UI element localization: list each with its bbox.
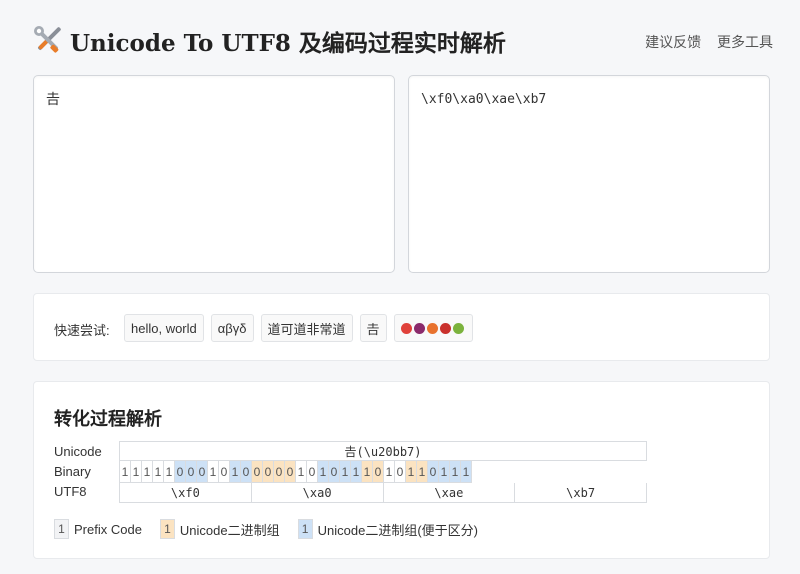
quick-try-chips: hello, world αβγδ 道可道非常道 𠮷 [124, 314, 473, 342]
analysis-panel: 转化过程解析 Unicode Binary UTF8 𠮷(\u20bb7) 11… [33, 381, 770, 559]
utf8-bytes-row: \xf0 \xa0 \xae \xb7 [119, 483, 647, 503]
bit-cell: 0 [307, 461, 318, 483]
label-unicode: Unicode [54, 444, 102, 459]
bit-cell: 1 [230, 461, 241, 483]
legend-unicode-group: 1 Unicode二进制组 [159, 519, 280, 539]
bit-cell: 1 [439, 461, 450, 483]
watermelon-icon [400, 322, 412, 334]
bit-cell: 1 [131, 461, 142, 483]
label-binary: Binary [54, 464, 91, 479]
bit-cell: 1 [208, 461, 219, 483]
bit-cell: 1 [450, 461, 461, 483]
legend-swatch: 1 [54, 519, 69, 539]
bit-cell: 1 [153, 461, 164, 483]
strawberry-icon [439, 322, 451, 334]
feedback-link[interactable]: 建议反馈 [645, 34, 701, 50]
tools-icon [34, 26, 61, 53]
quick-try-panel: 快速尝试: hello, world αβγδ 道可道非常道 𠮷 [33, 293, 770, 361]
chip-hello-world[interactable]: hello, world [124, 314, 204, 342]
grapes-icon [413, 322, 425, 334]
byte-cell: \xa0 [251, 483, 384, 503]
byte-cell: \xb7 [515, 483, 647, 503]
bit-cell: 1 [384, 461, 395, 483]
bit-cell: 0 [252, 461, 263, 483]
bit-cell: 0 [329, 461, 340, 483]
legend-label: Unicode二进制组(便于区分) [317, 522, 478, 538]
bit-cell: 1 [351, 461, 362, 483]
bit-cell: 0 [395, 461, 406, 483]
bit-cell: 0 [197, 461, 208, 483]
bit-cell: 1 [417, 461, 428, 483]
kiwi-icon [452, 322, 464, 334]
bit-cell: 1 [142, 461, 153, 483]
bit-cell: 1 [296, 461, 307, 483]
bit-cell: 0 [175, 461, 186, 483]
header: Unicode To UTF8 及编码过程实时解析 建议反馈 更多工具 [33, 22, 773, 62]
unicode-cell: 𠮷(\u20bb7) [119, 441, 647, 461]
legend-swatch: 1 [297, 519, 313, 539]
tangerine-icon [426, 322, 438, 334]
bit-cell: 0 [274, 461, 285, 483]
binary-bits-row: 11111000101000001010111010110111 [119, 461, 647, 483]
chip-fruits[interactable] [393, 314, 473, 342]
chip-rare-char[interactable]: 𠮷 [359, 314, 387, 342]
bit-cell: 1 [340, 461, 351, 483]
quick-try-label: 快速尝试: [54, 323, 110, 338]
bit-cell: 0 [219, 461, 230, 483]
bit-cell: 0 [285, 461, 296, 483]
bit-cell: 0 [186, 461, 197, 483]
legend-label: Unicode二进制组 [179, 522, 280, 538]
legend-label: Prefix Code [74, 521, 142, 537]
analysis-title: 转化过程解析 [54, 409, 162, 429]
legend: 1 Prefix Code 1 Unicode二进制组 1 Unicode二进制… [54, 519, 478, 539]
bit-cell: 1 [461, 461, 472, 483]
legend-unicode-group-alt: 1 Unicode二进制组(便于区分) [297, 519, 478, 539]
legend-prefix: 1 Prefix Code [54, 519, 142, 539]
bit-cell: 0 [428, 461, 439, 483]
bit-cell: 1 [406, 461, 417, 483]
bit-cell: 1 [318, 461, 329, 483]
legend-swatch: 1 [159, 519, 175, 539]
bit-cell: 0 [263, 461, 274, 483]
byte-cell: \xf0 [120, 483, 252, 503]
header-nav: 建议反馈 更多工具 [633, 32, 773, 52]
chip-chinese[interactable]: 道可道非常道 [260, 314, 353, 342]
chip-greek[interactable]: αβγδ [210, 314, 254, 342]
bit-cell: 1 [164, 461, 175, 483]
encoding-grid: 𠮷(\u20bb7) 11111000101000001010111010110… [119, 441, 647, 503]
label-utf8: UTF8 [54, 484, 87, 499]
bit-cell: 1 [120, 461, 131, 483]
unicode-input[interactable]: 𠮷 [33, 75, 395, 273]
byte-cell: \xae [383, 483, 516, 503]
bit-cell: 0 [373, 461, 384, 483]
utf8-output[interactable]: \xf0\xa0\xae\xb7 [408, 75, 770, 273]
more-tools-link[interactable]: 更多工具 [717, 34, 773, 50]
bit-cell: 0 [241, 461, 252, 483]
page-title: Unicode To UTF8 及编码过程实时解析 [70, 30, 506, 57]
bit-cell: 1 [362, 461, 373, 483]
